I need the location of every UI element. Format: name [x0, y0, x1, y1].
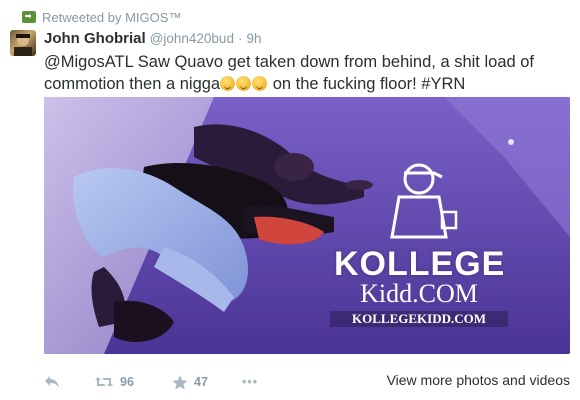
more-options-button[interactable]: •••	[242, 375, 282, 389]
avatar[interactable]	[10, 30, 36, 56]
tweet-header: John Ghobrial @john420bud · 9h	[44, 30, 261, 47]
watermark-url: KOLLEGEKIDD.COM	[330, 311, 508, 327]
retweet-count: 96	[120, 375, 134, 389]
retweet-context: Retweeted by MIGOS™	[22, 9, 181, 25]
tweet-text-part2: on the fucking floor! #YRN	[268, 75, 466, 93]
retweet-context-label[interactable]: Retweeted by MIGOS™	[42, 10, 181, 25]
kollegekidd-watermark: KOLLEGE Kidd.COM KOLLEGEKIDD.COM	[330, 157, 508, 327]
sleeping-face-emoji-icon	[236, 76, 252, 91]
star-icon	[172, 375, 188, 389]
sleeping-face-emoji-icon	[252, 76, 268, 91]
favorite-count: 47	[194, 375, 208, 389]
tweet-actions: 96 47 •••	[44, 372, 282, 392]
reply-icon	[45, 376, 59, 388]
author-name[interactable]: John Ghobrial	[44, 30, 146, 47]
reply-button[interactable]	[44, 375, 94, 389]
watermark-kidd: Kidd.COM	[360, 279, 478, 308]
more-dots-icon: •••	[242, 375, 259, 389]
favorite-button[interactable]: 47	[172, 375, 242, 390]
retweet-context-icon	[22, 11, 36, 23]
tweet-text: @MigosATL Saw Quavo get taken down from …	[44, 51, 564, 95]
view-more-photos-link[interactable]: View more photos and videos	[387, 372, 570, 388]
tweet-photo[interactable]: KOLLEGE Kidd.COM KOLLEGEKIDD.COM	[44, 97, 570, 354]
retweet-icon	[95, 377, 113, 387]
separator-dot: ·	[237, 31, 243, 46]
retweet-button[interactable]: 96	[94, 375, 172, 389]
timestamp[interactable]: 9h	[246, 31, 261, 46]
sleeping-face-emoji-icon	[220, 76, 236, 91]
mascot-logo-icon	[390, 163, 458, 239]
author-handle[interactable]: @john420bud	[150, 31, 234, 46]
